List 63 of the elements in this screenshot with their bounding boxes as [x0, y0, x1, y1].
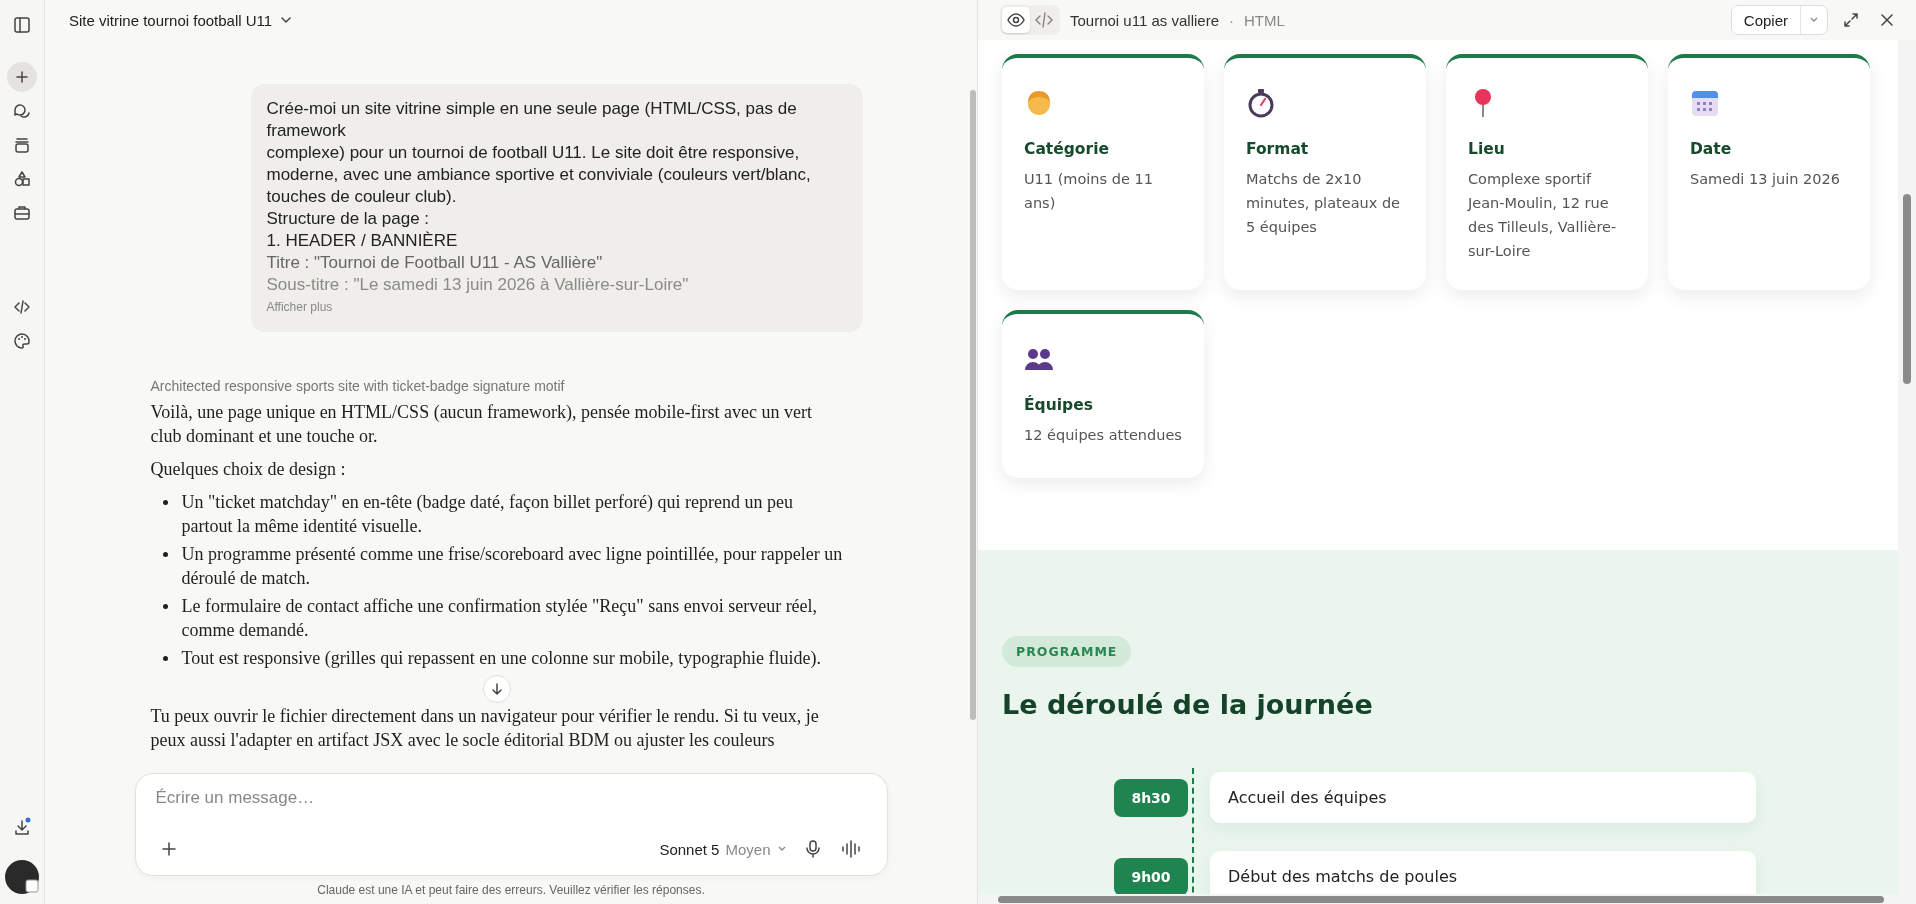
plus-icon: [159, 840, 178, 858]
reply-paragraph: Quelques choix de design :: [150, 458, 347, 481]
card-title: Équipes: [1024, 396, 1094, 414]
message-line: Titre : "Tournoi de Football U11 - AS Vallière": [266, 252, 604, 274]
card-title: Date: [1690, 140, 1733, 158]
card-text: Matchs de 2x10 minutes, plateaux de 5 équipes: [1246, 170, 1402, 237]
reply-paragraph: Voilà, une page unique en HTML/CSS (aucun framework), pensée mobile-first avec un vert club dominant et une touche or.: [150, 401, 813, 448]
message-line: Sous-titre : "Le samedi 13 juin 2026 à Vallière-sur-Loire": [266, 274, 690, 296]
calendar-icon: [1690, 88, 1720, 118]
eye-icon: [1006, 10, 1026, 30]
sidebar-icon[interactable]: [12, 15, 32, 35]
artifact-type: HTML: [1244, 11, 1285, 29]
stopwatch-icon: [1246, 88, 1276, 118]
thinking-summary[interactable]: Architected responsive sports site with ticket-badge signature motif: [150, 378, 863, 394]
artifact-title: Tournoi u11 as valliere: [1070, 11, 1219, 29]
model-selector[interactable]: Sonnet 5 Moyen: [657, 838, 789, 860]
time-badge: 9h00: [1114, 857, 1188, 894]
bullet-item: Le formulaire de contact affiche une confirmation stylée "Reçu" sans envoi serveur réel, comme demandé.: [181, 595, 819, 642]
message-input[interactable]: Écrire un message…: [155, 788, 867, 808]
message-line: 1. HEADER / BANNIÈRE: [266, 230, 459, 252]
card-text: Samedi 13 juin 2026: [1690, 170, 1841, 189]
scrollbar-thumb[interactable]: [1903, 194, 1911, 384]
title-separator: ·: [1229, 11, 1234, 29]
message-line: Structure de la page :: [266, 208, 431, 230]
disclaimer: Claude est une IA et peut faire des erreurs. Veuillez vérifier les réponses.: [316, 882, 706, 899]
stack-icon[interactable]: [12, 135, 32, 155]
card-title: Lieu: [1468, 140, 1506, 158]
code-icon[interactable]: [12, 297, 32, 317]
schedule-item: Début des matchs de poules: [1210, 851, 1756, 894]
preview-tab[interactable]: [1002, 7, 1030, 33]
download-icon[interactable]: [12, 817, 32, 837]
bullet-item: Un "ticket matchday" en en-tête (badge daté, façon billet perforé) qui reprend un peu partout la même identité visuelle.: [181, 491, 794, 538]
sound-wave-icon: [840, 839, 863, 859]
scroll-down-button[interactable]: [482, 675, 511, 703]
chat-title[interactable]: Site vitrine tournoi football U11: [67, 9, 295, 31]
bullet-dot: [162, 552, 168, 557]
schedule-item: Accueil des équipes: [1210, 772, 1756, 823]
bullet-dot: [162, 656, 168, 661]
avatar-icon[interactable]: [5, 860, 39, 894]
chat-bubbles-icon[interactable]: [12, 101, 32, 121]
bullet-dot: [162, 604, 168, 609]
bullet-dot: [162, 500, 168, 505]
scrollbar-thumb[interactable]: [969, 90, 976, 720]
expand-icon: [1842, 11, 1860, 29]
close-icon: [1878, 11, 1896, 29]
card-title: Format: [1246, 140, 1310, 158]
scrollbar-thumb[interactable]: [998, 895, 1884, 903]
message-line: complexe) pour un tournoi de football U11. Le site doit être responsive, moderne, avec une ambiance sportive et conviviale (couleurs vert/blanc, touches de couleur club).: [266, 142, 812, 208]
card-text: 12 équipes attendues: [1024, 426, 1182, 445]
chevron-down-icon: [280, 14, 293, 26]
card-text: U11 (moins de 11 ans): [1024, 170, 1154, 213]
palette-icon[interactable]: [12, 331, 32, 351]
time-badge: 8h30: [1114, 778, 1188, 817]
section-heading: Le déroulé de la journée: [1002, 689, 1374, 720]
card-title: Catégorie: [1024, 140, 1110, 158]
code-icon: [1034, 10, 1054, 30]
bullet-item: Un programme présenté comme une frise/scoreboard avec ligne pointillée, pour rappeler un déroulé de match.: [181, 543, 843, 590]
toolbox-icon[interactable]: [12, 203, 32, 223]
bullet-item: Tout est responsive (grilles qui repassent en une colonne sur mobile, typographie fluide).: [181, 647, 822, 670]
reply-paragraph: Tu peux ouvrir le fichier directement dans un navigateur pour vérifier le rendu. Si tu veux, je peux aussi l'adapter en artifact JSX avec le socle éditorial BDM ou ajuster les couleurs: [150, 705, 820, 752]
section-tag: PROGRAMME: [1002, 636, 1132, 667]
card-text: Complexe sportif Jean-Moulin, 12 rue des Tilleuls, Vallière-sur-Loire: [1468, 170, 1618, 261]
shapes-icon[interactable]: [12, 169, 32, 189]
